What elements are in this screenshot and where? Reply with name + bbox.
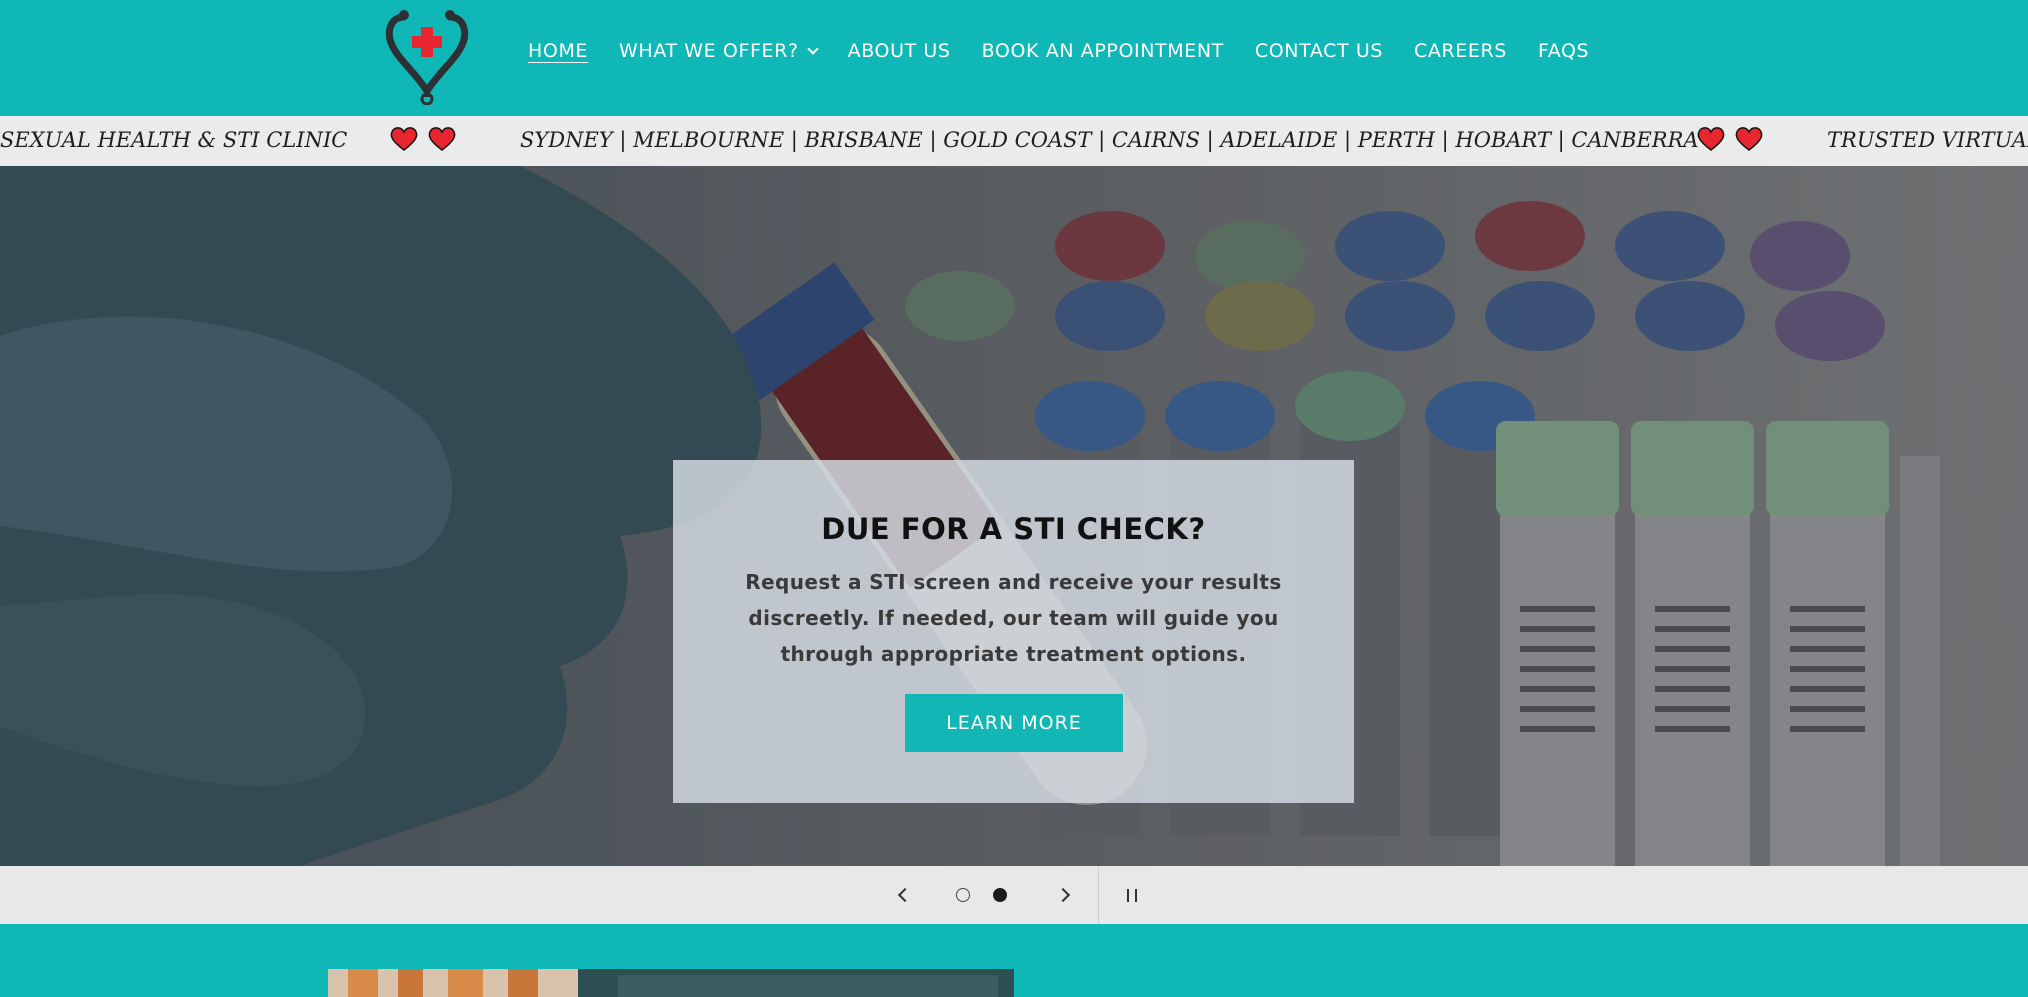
heart-icon [1697, 127, 1725, 151]
hero-card: DUE FOR A STI CHECK? Request a STI scree… [673, 460, 1354, 803]
section-image [328, 969, 1014, 997]
site-header: HOME WHAT WE OFFER? ABOUT US BOOK AN APP… [0, 0, 2028, 116]
nav-what-we-offer[interactable]: WHAT WE OFFER? [619, 40, 819, 62]
learn-more-button[interactable]: LEARN MORE [905, 694, 1123, 752]
hero-slideshow: DUE FOR A STI CHECK? Request a STI scree… [0, 166, 2028, 866]
chevron-left-icon[interactable] [897, 887, 913, 903]
announcement-marquee: SEXUAL HEALTH & STI CLINIC SYDNEY | MELB… [0, 116, 2028, 166]
nav-book-appointment[interactable]: BOOK AN APPOINTMENT [982, 40, 1224, 62]
marquee-text-trusted: TRUSTED VIRTUAL [1827, 128, 2028, 152]
heart-icon [1735, 127, 1763, 151]
slider-controls [0, 866, 2028, 924]
hero-description: Request a STI screen and receive your re… [745, 570, 1282, 666]
nav-contact-us[interactable]: CONTACT US [1255, 40, 1383, 62]
nav-home[interactable]: HOME [528, 40, 588, 62]
main-nav: HOME WHAT WE OFFER? ABOUT US BOOK AN APP… [528, 40, 1620, 62]
chevron-right-icon[interactable] [1055, 887, 1071, 903]
next-section [0, 924, 2028, 997]
nav-what-we-offer-label: WHAT WE OFFER? [619, 40, 799, 62]
heart-icon [390, 127, 418, 151]
hero-title: DUE FOR A STI CHECK? [821, 512, 1206, 546]
heart-stethoscope-logo[interactable] [384, 5, 470, 105]
nav-about-us[interactable]: ABOUT US [848, 40, 951, 62]
heart-icon [428, 127, 456, 151]
nav-careers[interactable]: CAREERS [1414, 40, 1507, 62]
marquee-text-clinic: SEXUAL HEALTH & STI CLINIC [0, 128, 348, 152]
controls-divider [1098, 866, 1099, 924]
slide-dot-2[interactable] [993, 888, 1007, 902]
nav-faqs[interactable]: FAQS [1538, 40, 1589, 62]
slide-dot-1[interactable] [956, 888, 970, 902]
pause-icon[interactable] [1127, 889, 1137, 902]
chevron-down-icon [806, 43, 819, 55]
marquee-text-cities: SYDNEY | MELBOURNE | BRISBANE | GOLD COA… [520, 128, 1699, 152]
